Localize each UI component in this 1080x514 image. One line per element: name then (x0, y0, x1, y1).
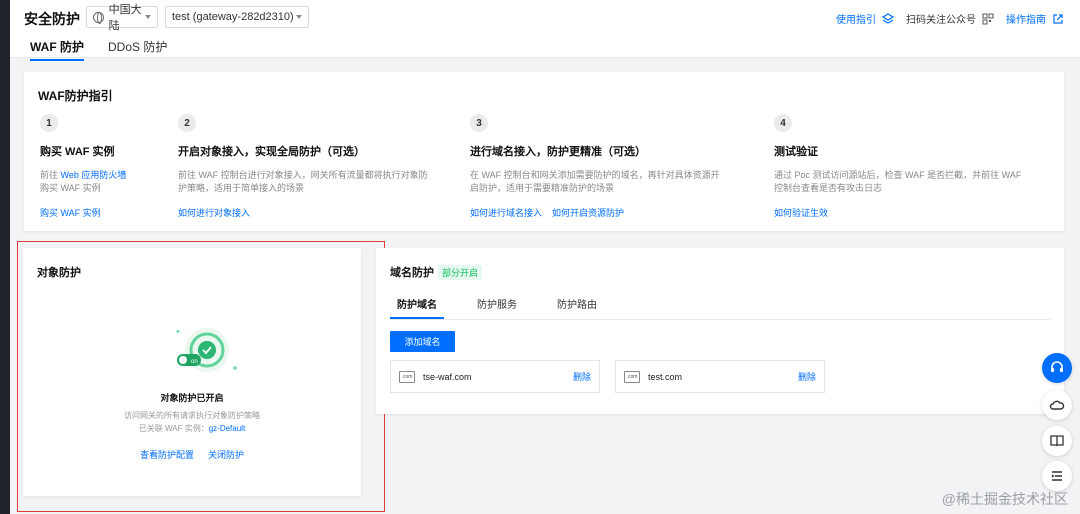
highlight-box (17, 241, 385, 512)
tab-waf[interactable]: WAF 防护 (30, 38, 84, 61)
domain-name: test.com (648, 371, 683, 382)
domain-tabs: 防护域名 防护服务 防护路由 (390, 290, 1050, 320)
guide-title: WAF防护指引 (38, 89, 113, 103)
book-icon (1050, 435, 1064, 447)
waf-guide-card: WAF防护指引 1 购买 WAF 实例 前往 Web 应用防火墙 购买 WAF … (24, 72, 1064, 231)
top-links: 使用指引 扫码关注公众号 操作指南 (836, 11, 1064, 26)
watermark: @稀土掘金技术社区 (941, 491, 1068, 507)
tab-protected-domains[interactable]: 防护域名 (390, 290, 444, 319)
waf-console-link[interactable]: Web 应用防火墙 (61, 170, 127, 180)
cloud-icon (1049, 400, 1065, 410)
step-title: 测试验证 (774, 146, 818, 158)
step-title: 开启对象接入，实现全局防护（可选） (178, 146, 365, 158)
operation-manual-link[interactable]: 操作指南 (1006, 11, 1046, 26)
object-access-link[interactable]: 如何进行对象接入 (178, 206, 250, 219)
step-number: 3 (470, 114, 488, 132)
support-button[interactable] (1042, 353, 1072, 383)
step-number: 1 (40, 114, 58, 132)
card-title: 域名防护 部分开启 (390, 264, 483, 280)
step-desc: 在 WAF 控制台和网关添加需要防护的域名，再针对具体资源开启防护，适用于需要精… (470, 170, 720, 193)
step-number: 4 (774, 114, 792, 132)
menu-button[interactable] (1042, 461, 1072, 491)
guide-step-2: 2 开启对象接入，实现全局防护（可选） 前往 WAF 控制台进行对象接入，网关所… (178, 114, 438, 218)
step-desc-prefix: 前往 (40, 170, 61, 180)
step-links: 如何验证生效 (774, 206, 828, 219)
step-links: 购买 WAF 实例 (40, 206, 101, 219)
tab-ddos[interactable]: DDoS 防护 (108, 38, 167, 61)
step-desc: 前往 Web 应用防火墙 购买 WAF 实例 (40, 169, 150, 195)
list-icon (1051, 471, 1062, 481)
layers-icon (882, 12, 894, 24)
status-badge: 部分开启 (438, 264, 483, 280)
headset-icon (1051, 361, 1063, 372)
cloud-button[interactable] (1042, 390, 1072, 420)
step-title: 进行域名接入，防护更精准（可选） (470, 146, 646, 158)
tab-protected-services[interactable]: 防护服务 (470, 290, 524, 319)
instance-select[interactable]: test (gateway-282d2310) (165, 6, 309, 28)
instance-select-value: test (gateway-282d2310) (172, 11, 294, 23)
domain-card-title: 域名防护 (390, 267, 434, 279)
domain-item: .com test.com 删除 (615, 360, 825, 393)
guide-step-3: 3 进行域名接入，防护更精准（可选） 在 WAF 控制台和网关添加需要防护的域名… (470, 114, 730, 218)
step-desc-suffix: 购买 WAF 实例 (40, 183, 101, 193)
usage-guide-link[interactable]: 使用指引 (836, 11, 876, 26)
resource-protection-link[interactable]: 如何开启资源防护 (552, 206, 624, 219)
region-select[interactable]: 中国大陆 (86, 4, 158, 32)
delete-domain-link[interactable]: 删除 (798, 370, 816, 383)
external-link-icon (1053, 13, 1063, 24)
step-desc: 前往 WAF 控制台进行对象接入，网关所有流量都将执行对象防护策略，适用于简单接… (178, 170, 428, 193)
globe-icon (93, 11, 104, 24)
domain-name: tse-waf.com (423, 371, 472, 382)
verify-link[interactable]: 如何验证生效 (774, 206, 828, 219)
step-desc: 通过 Poc 测试访问源站后，检查 WAF 是否拦截，并前往 WAF 控制台查看… (774, 170, 1022, 193)
domain-protection-card: 域名防护 部分开启 防护域名 防护服务 防护路由 添加域名 .com tse-w… (376, 248, 1064, 414)
domain-access-link[interactable]: 如何进行域名接入 (470, 206, 542, 219)
page-title: 安全防护 (24, 11, 80, 27)
step-links: 如何进行对象接入 (178, 206, 250, 219)
qrcode-icon[interactable] (982, 13, 994, 25)
top-tabs: WAF 防护 DDoS 防护 (30, 38, 167, 61)
chevron-down-icon (296, 15, 302, 19)
follow-account-text: 扫码关注公众号 (906, 15, 976, 26)
guide-step-4: 4 测试验证 通过 Poc 测试访问源站后，检查 WAF 是否拦截，并前往 WA… (774, 114, 1034, 218)
docs-button[interactable] (1042, 426, 1072, 456)
chevron-down-icon (145, 15, 151, 19)
step-links: 如何进行域名接入 如何开启资源防护 (470, 206, 624, 219)
buy-waf-link[interactable]: 购买 WAF 实例 (40, 206, 101, 219)
domain-icon: .com (399, 370, 415, 383)
step-number: 2 (178, 114, 196, 132)
delete-domain-link[interactable]: 删除 (573, 370, 591, 383)
domain-item: .com tse-waf.com 删除 (390, 360, 600, 393)
domain-icon: .com (624, 370, 640, 383)
add-domain-button[interactable]: 添加域名 (390, 331, 455, 352)
left-nav-edge (0, 0, 10, 514)
top-bar: 安全防护 中国大陆 test (gateway-282d2310) WAF 防护… (10, 0, 1080, 61)
tab-protected-routes[interactable]: 防护路由 (550, 290, 604, 319)
